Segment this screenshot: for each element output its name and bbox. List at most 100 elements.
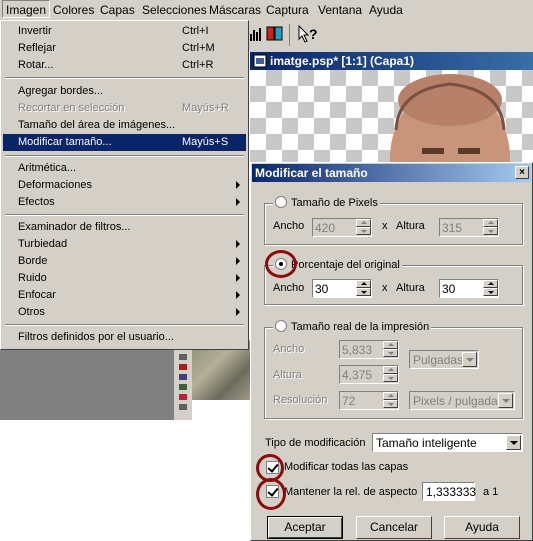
- spin-down-icon[interactable]: [483, 288, 498, 296]
- spin-down-icon: [483, 227, 498, 235]
- menu-bar: Imagen Colores Capas Selecciones Máscara…: [0, 0, 533, 21]
- spin-up-icon: [383, 366, 398, 374]
- image-canvas[interactable]: [250, 70, 533, 162]
- spin-up-icon: [383, 341, 398, 349]
- menu-item-agregar-bordes[interactable]: Agregar bordes...: [3, 83, 246, 100]
- menu-separator: [5, 155, 244, 157]
- menu-item-otros[interactable]: Otros: [3, 304, 246, 321]
- dropdown-arrow-icon: [498, 393, 513, 408]
- menu-item-turbiedad[interactable]: Turbiedad: [3, 236, 246, 253]
- menu-item-enfocar[interactable]: Enfocar: [3, 287, 246, 304]
- resolution-unit-select: Pixels / pulgada: [409, 391, 515, 410]
- percent-width-field[interactable]: 30: [312, 279, 372, 298]
- print-height-label: Altura: [273, 369, 302, 381]
- pixel-height-field: 315: [439, 218, 499, 237]
- aspect-ratio-field[interactable]: 1,333333: [422, 482, 476, 501]
- color-channels-icon[interactable]: [266, 25, 284, 43]
- annotation-circle: [256, 478, 286, 510]
- menu-item-borde[interactable]: Borde: [3, 253, 246, 270]
- dropdown-arrow-icon[interactable]: [506, 435, 521, 450]
- menu-item-examinador-filtros[interactable]: Examinador de filtros...: [3, 219, 246, 236]
- percent-height-field[interactable]: 30: [439, 279, 499, 298]
- submenu-arrow-icon: [236, 181, 240, 189]
- menu-colores[interactable]: Colores: [53, 3, 94, 17]
- submenu-arrow-icon: [236, 198, 240, 206]
- spin-down-icon: [356, 227, 371, 235]
- tool-icon[interactable]: [179, 404, 187, 410]
- pixel-size-radio[interactable]: [275, 196, 287, 208]
- menu-captura[interactable]: Captura: [266, 3, 309, 17]
- help-button[interactable]: Ayuda: [444, 516, 520, 539]
- submenu-arrow-icon: [236, 257, 240, 265]
- imagen-dropdown-menu: Invertir Ctrl+I Reflejar Ctrl+M Rotar... Ct…: [0, 20, 249, 350]
- resolution-label: Resolución: [273, 394, 328, 406]
- svg-text:?: ?: [309, 26, 318, 42]
- annotation-circle: [265, 250, 297, 278]
- menu-item-ruido[interactable]: Ruido: [3, 270, 246, 287]
- accept-button[interactable]: Aceptar: [267, 516, 343, 539]
- pixel-height-label: Altura: [396, 220, 425, 232]
- tool-icon[interactable]: [179, 384, 187, 390]
- print-width-field: 5,833: [339, 340, 399, 359]
- image-document-icon: [253, 54, 267, 68]
- menu-item-filtros-usuario[interactable]: Filtros definidos por el usuario...: [3, 329, 246, 346]
- spin-up-icon: [356, 219, 371, 227]
- aspect-ratio-suffix: a 1: [483, 486, 499, 498]
- menu-capas[interactable]: Capas: [100, 3, 135, 17]
- spin-up-icon: [483, 219, 498, 227]
- mod-type-label: Tipo de modificación: [265, 437, 366, 449]
- close-button[interactable]: ×: [515, 166, 529, 179]
- menu-separator: [5, 214, 244, 216]
- print-size-radio[interactable]: [275, 320, 287, 332]
- print-width-label: Ancho: [273, 343, 305, 355]
- menu-item-deformaciones[interactable]: Deformaciones: [3, 177, 246, 194]
- percent-x-label: x: [382, 282, 388, 294]
- spin-down-icon: [383, 349, 398, 357]
- all-layers-label: Modificar todas las capas: [284, 461, 409, 473]
- tool-icon[interactable]: [179, 394, 187, 400]
- menu-mascaras[interactable]: Máscaras: [209, 3, 261, 17]
- print-size-option[interactable]: Tamaño real de la impresión: [273, 320, 432, 333]
- histogram-icon[interactable]: [249, 26, 263, 42]
- menu-imagen[interactable]: Imagen: [2, 0, 51, 18]
- tool-palette: [174, 350, 192, 420]
- pixel-size-option[interactable]: Tamaño de Pixels: [273, 196, 380, 209]
- pixel-width-label: Ancho: [273, 220, 305, 232]
- menu-item-reflejar[interactable]: Reflejar Ctrl+M: [3, 40, 246, 57]
- mod-type-select[interactable]: Tamaño inteligente: [372, 433, 523, 452]
- cancel-button[interactable]: Cancelar: [356, 516, 432, 539]
- menu-item-aritmetica[interactable]: Aritmética...: [3, 160, 246, 177]
- tool-icon[interactable]: [179, 374, 187, 380]
- resolution-field: 72: [339, 391, 399, 410]
- percent-height-label: Altura: [396, 282, 425, 294]
- dropdown-arrow-icon: [462, 352, 477, 367]
- submenu-arrow-icon: [236, 308, 240, 316]
- print-unit-select: Pulgadas: [409, 350, 479, 369]
- menu-item-tamano-area[interactable]: Tamaño del área de imágenes...: [3, 117, 246, 134]
- tool-icon[interactable]: [179, 364, 187, 370]
- submenu-arrow-icon: [236, 274, 240, 282]
- menu-ayuda[interactable]: Ayuda: [369, 3, 403, 17]
- toolbar-divider: [289, 24, 290, 46]
- menu-item-efectos[interactable]: Efectos: [3, 194, 246, 211]
- workspace-background: [0, 350, 174, 420]
- spin-down-icon: [383, 374, 398, 382]
- spin-up-icon[interactable]: [483, 280, 498, 288]
- tool-icon[interactable]: [179, 354, 187, 360]
- menu-separator: [5, 77, 244, 79]
- menu-selecciones[interactable]: Selecciones: [142, 3, 207, 17]
- spin-up-icon[interactable]: [356, 280, 371, 288]
- pixel-size-label: Tamaño de Pixels: [291, 197, 378, 209]
- percentage-label: Porcentaje del original: [291, 259, 400, 271]
- menu-item-invertir[interactable]: Invertir Ctrl+I: [3, 23, 246, 40]
- menu-ventana[interactable]: Ventana: [318, 3, 362, 17]
- spin-up-icon: [383, 392, 398, 400]
- image-window-title: imatge.psp* [1:1] (Capa1): [270, 54, 415, 68]
- menu-item-rotar[interactable]: Rotar... Ctrl+R: [3, 57, 246, 74]
- percent-width-label: Ancho: [273, 282, 305, 294]
- help-pointer-icon[interactable]: ?: [297, 24, 319, 44]
- submenu-arrow-icon: [236, 240, 240, 248]
- spin-down-icon[interactable]: [356, 288, 371, 296]
- menu-item-modificar-tamano[interactable]: Modificar tamaño... Mayús+S: [3, 134, 246, 151]
- menu-separator: [5, 324, 244, 326]
